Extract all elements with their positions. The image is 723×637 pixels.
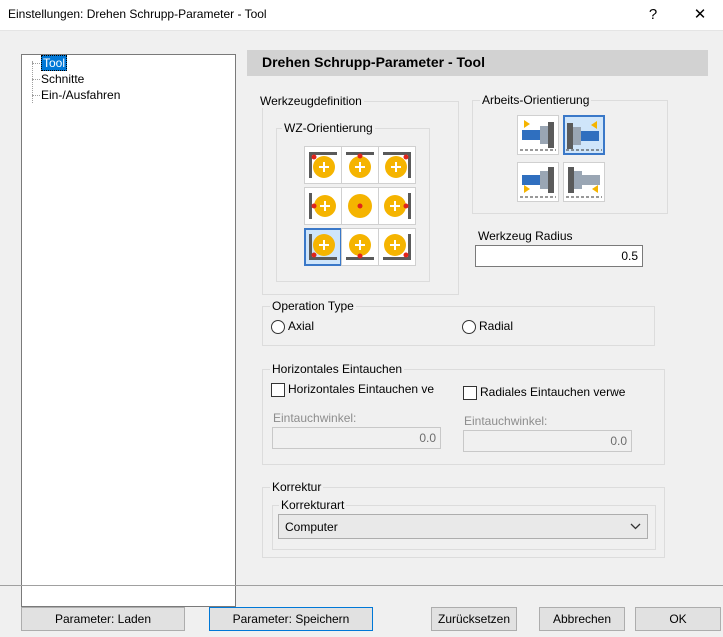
tree-item-tool[interactable]: Tool [41, 55, 68, 71]
werkzeug-radius-label: Werkzeug Radius [478, 229, 573, 243]
tool-insert-icon [383, 234, 411, 260]
tool-insert-icon [309, 152, 337, 178]
tree-item-label: Tool [41, 55, 68, 71]
arbeits-orientierung-label: Arbeits-Orientierung [480, 93, 592, 107]
tool-orientation-option[interactable] [378, 187, 416, 225]
horizontal-eintauchen-checkbox[interactable] [271, 383, 285, 397]
chevron-down-icon [630, 523, 641, 530]
close-button[interactable]: ✕ [677, 2, 723, 28]
tree-connector-line [32, 95, 40, 96]
korrektur-label: Korrektur [270, 480, 324, 494]
tool-insert-icon [309, 193, 336, 219]
korrekturart-label: Korrekturart [279, 498, 347, 512]
lathe-spindle-icon [566, 121, 602, 151]
lathe-spindle-icon [520, 120, 556, 151]
eintauchwinkel-input-left[interactable]: 0.0 [272, 427, 441, 449]
tree-item-label: Schnitte [41, 72, 85, 86]
tool-insert-icon [348, 194, 372, 218]
tool-insert-icon [346, 152, 374, 178]
operation-type-label: Operation Type [270, 299, 356, 313]
tree-connector-line [32, 79, 40, 80]
korrekturart-select[interactable]: Computer [278, 514, 648, 539]
tool-orientation-option-selected[interactable] [304, 228, 342, 266]
axial-radio-label[interactable]: Axial [288, 319, 314, 333]
zuruecksetzen-button[interactable]: Zurücksetzen [431, 607, 517, 631]
work-orientation-option-selected[interactable] [563, 115, 605, 155]
eintauchwinkel-input-right[interactable]: 0.0 [463, 430, 632, 452]
korrekturart-select-value: Computer [285, 520, 338, 534]
radial-eintauchen-checkbox-label[interactable]: Radiales Eintauchen verwe [480, 385, 625, 399]
tree-item-label: Ein-/Ausfahren [41, 88, 121, 102]
radial-radio[interactable] [462, 320, 476, 334]
tool-insert-icon [309, 234, 337, 260]
tree-connector-line [32, 61, 33, 103]
tree-item-schnitte[interactable]: Schnitte [41, 71, 84, 87]
window-title: Einstellungen: Drehen Schrupp-Parameter … [8, 7, 267, 21]
axial-radio[interactable] [271, 320, 285, 334]
tool-insert-icon [384, 193, 411, 219]
horizontales-eintauchen-label: Horizontales Eintauchen [270, 362, 405, 376]
tool-orientation-option[interactable] [378, 146, 416, 184]
help-button[interactable]: ? [630, 2, 676, 28]
werkzeug-radius-input[interactable]: 0.5 [475, 245, 643, 267]
page-title: Drehen Schrupp-Parameter - Tool [262, 54, 486, 70]
tool-insert-icon [383, 152, 411, 178]
ok-button[interactable]: OK [635, 607, 721, 631]
tool-orientation-option[interactable] [378, 228, 416, 266]
tool-insert-icon [346, 234, 374, 260]
werkzeugdefinition-group-label: Werkzeugdefinition [258, 94, 364, 108]
tree-connector-line [32, 63, 40, 64]
tree-item-ein-ausfahren[interactable]: Ein-/Ausfahren [41, 87, 120, 103]
lathe-spindle-icon [520, 167, 556, 198]
abbrechen-button[interactable]: Abbrechen [539, 607, 625, 631]
work-orientation-option[interactable] [517, 162, 559, 202]
radial-radio-label[interactable]: Radial [479, 319, 513, 333]
eintauchwinkel-label-right: Eintauchwinkel: [464, 414, 548, 428]
navigation-tree[interactable]: Tool Schnitte Ein-/Ausfahren [21, 54, 236, 607]
tool-orientation-option[interactable] [341, 187, 379, 225]
tool-orientation-option[interactable] [304, 187, 342, 225]
button-bar-separator [0, 585, 723, 586]
wz-orientierung-label: WZ-Orientierung [282, 121, 375, 135]
tool-orientation-option[interactable] [341, 228, 379, 266]
tool-orientation-option[interactable] [304, 146, 342, 184]
tool-orientation-option[interactable] [341, 146, 379, 184]
lathe-spindle-icon [566, 167, 602, 198]
horizontal-eintauchen-checkbox-label[interactable]: Horizontales Eintauchen ve [288, 382, 434, 396]
parameter-speichern-button[interactable]: Parameter: Speichern [209, 607, 373, 631]
work-orientation-option[interactable] [563, 162, 605, 202]
radial-eintauchen-checkbox[interactable] [463, 386, 477, 400]
eintauchwinkel-label-left: Eintauchwinkel: [273, 411, 357, 425]
work-orientation-option[interactable] [517, 115, 559, 155]
parameter-laden-button[interactable]: Parameter: Laden [21, 607, 185, 631]
